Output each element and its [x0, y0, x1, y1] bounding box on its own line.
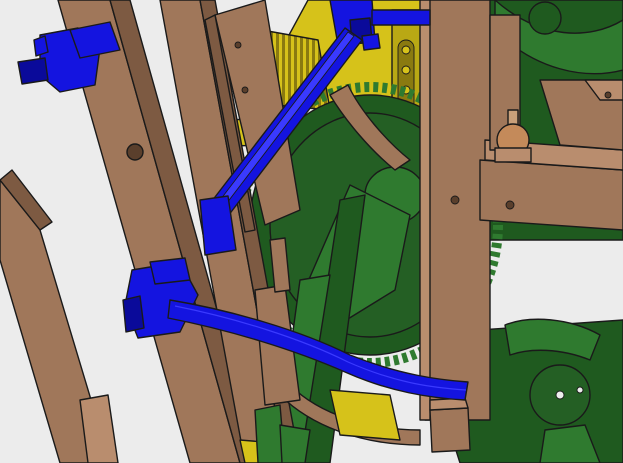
blue-small-part: [361, 33, 381, 51]
clock-mechanism-render: [0, 0, 623, 463]
cad-viewport[interactable]: [0, 0, 623, 463]
wooden-block-lower-right: [429, 397, 471, 453]
